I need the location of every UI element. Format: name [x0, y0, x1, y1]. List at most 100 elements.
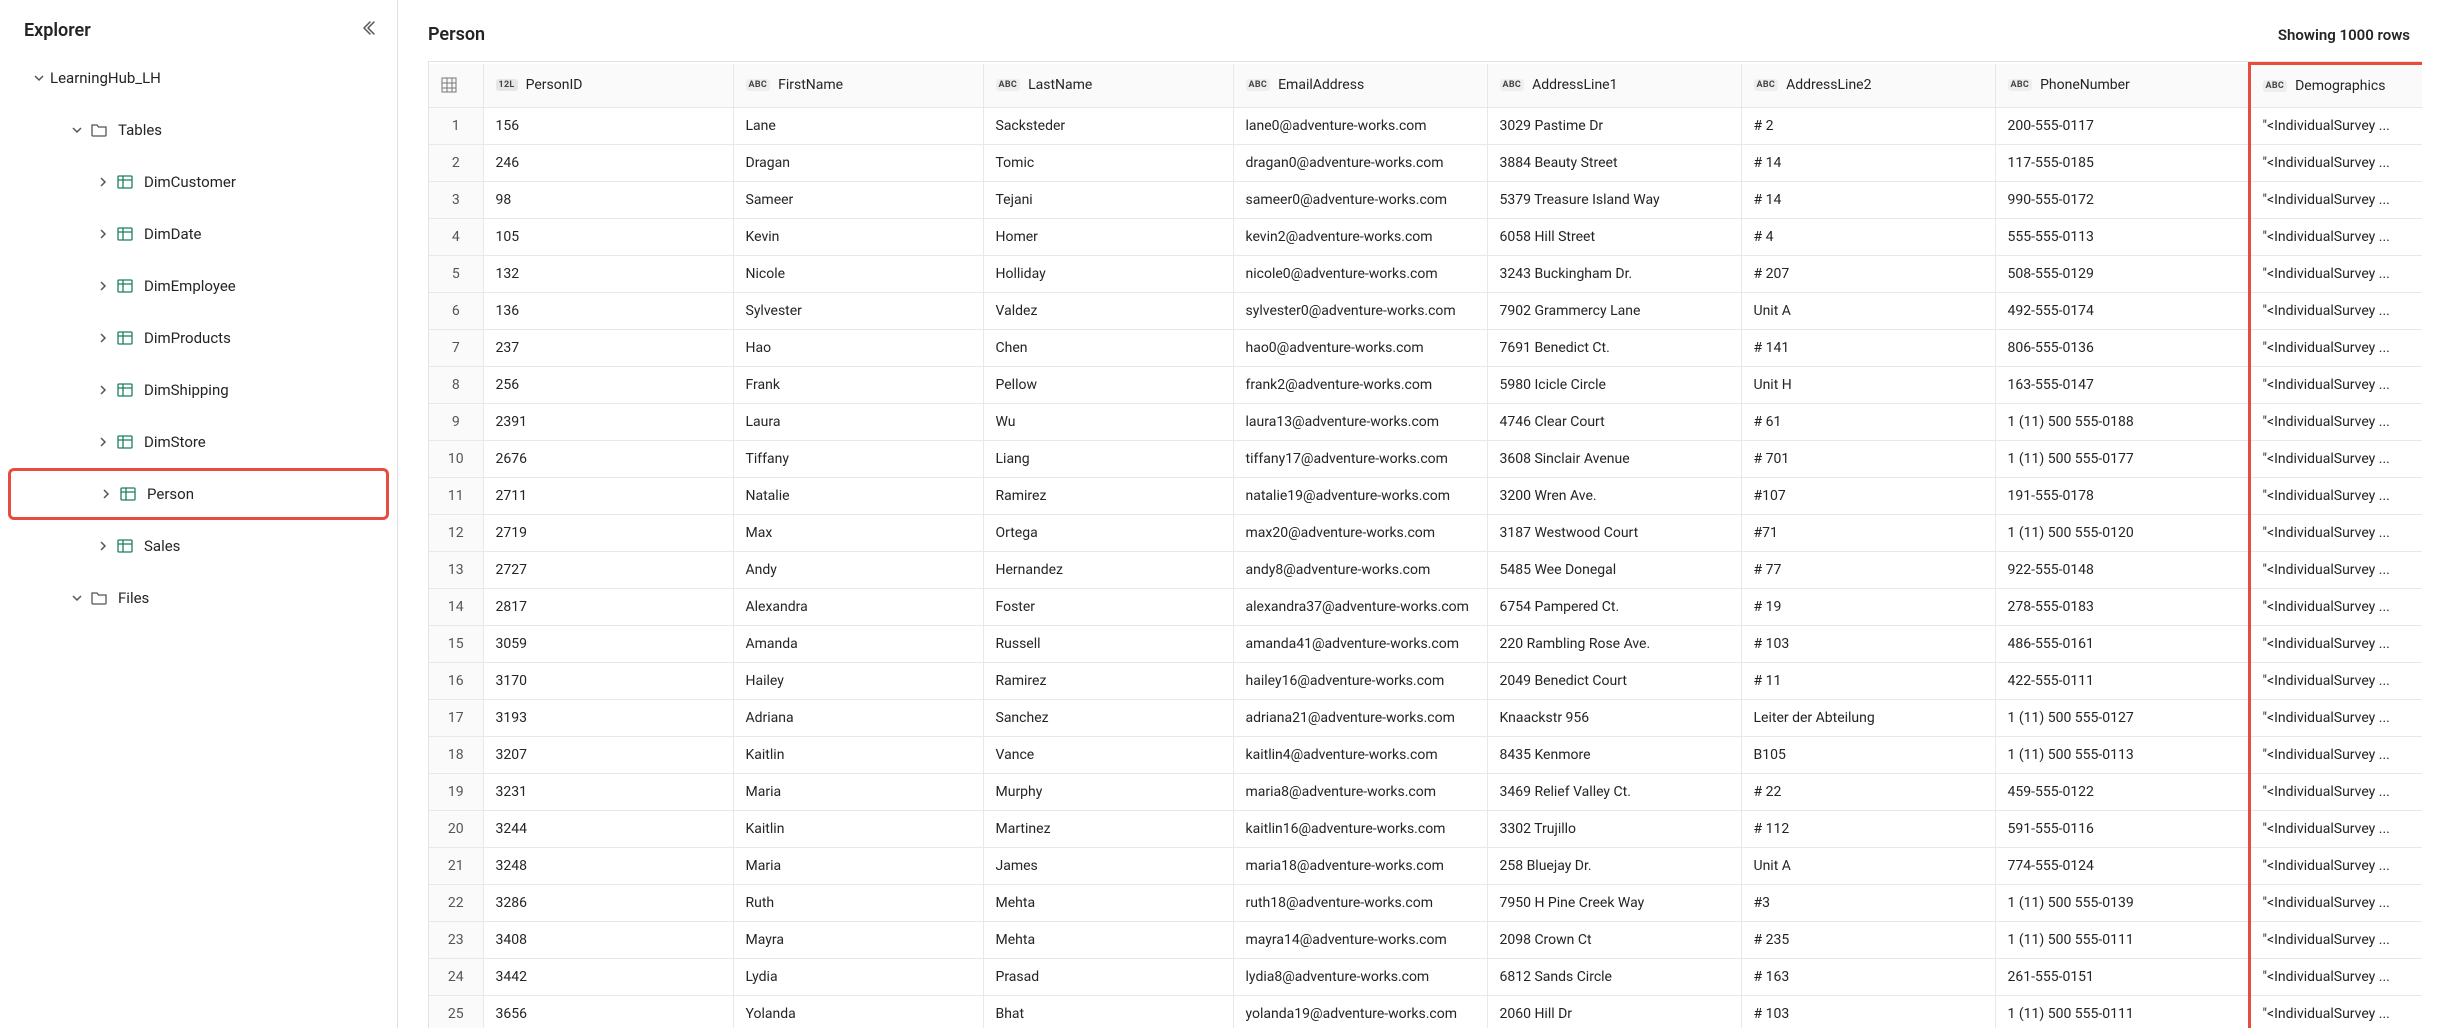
cell[interactable]: "<IndividualSurvey ... — [2249, 589, 2422, 626]
cell[interactable]: Ortega — [983, 515, 1233, 552]
table-row[interactable]: 142817AlexandraFosteralexandra37@adventu… — [429, 589, 2422, 626]
cell[interactable]: Max — [733, 515, 983, 552]
cell[interactable]: kaitlin16@adventure-works.com — [1233, 811, 1487, 848]
cell[interactable]: 2098 Crown Ct — [1487, 922, 1741, 959]
cell[interactable]: 2060 Hill Dr — [1487, 996, 1741, 1028]
table-row[interactable]: 233408MayraMehtamayra14@adventure-works.… — [429, 922, 2422, 959]
cell[interactable]: Ruth — [733, 885, 983, 922]
cell[interactable]: 5980 Icicle Circle — [1487, 367, 1741, 404]
cell[interactable]: "<IndividualSurvey ... — [2249, 626, 2422, 663]
cell[interactable]: Prasad — [983, 959, 1233, 996]
cell[interactable]: Unit A — [1741, 293, 1995, 330]
table-row[interactable]: 163170HaileyRamirezhailey16@adventure-wo… — [429, 663, 2422, 700]
cell[interactable]: "<IndividualSurvey ... — [2249, 774, 2422, 811]
cell[interactable]: natalie19@adventure-works.com — [1233, 478, 1487, 515]
cell[interactable]: 237 — [483, 330, 733, 367]
cell[interactable]: Russell — [983, 626, 1233, 663]
cell[interactable]: Natalie — [733, 478, 983, 515]
cell[interactable]: Hao — [733, 330, 983, 367]
cell[interactable]: "<IndividualSurvey ... — [2249, 219, 2422, 256]
cell[interactable]: dragan0@adventure-works.com — [1233, 145, 1487, 182]
cell[interactable]: 422-555-0111 — [1995, 663, 2249, 700]
cell[interactable]: Nicole — [733, 256, 983, 293]
table-row[interactable]: 153059AmandaRussellamanda41@adventure-wo… — [429, 626, 2422, 663]
cell[interactable]: andy8@adventure-works.com — [1233, 552, 1487, 589]
column-header-addressline1[interactable]: ABCAddressLine1 — [1487, 64, 1741, 108]
cell[interactable]: Maria — [733, 848, 983, 885]
table-row[interactable]: 102676TiffanyLiangtiffany17@adventure-wo… — [429, 441, 2422, 478]
cell[interactable]: 492-555-0174 — [1995, 293, 2249, 330]
cell[interactable]: 4746 Clear Court — [1487, 404, 1741, 441]
cell[interactable]: # 14 — [1741, 145, 1995, 182]
cell[interactable]: 2719 — [483, 515, 733, 552]
cell[interactable]: 98 — [483, 182, 733, 219]
cell[interactable]: "<IndividualSurvey ... — [2249, 922, 2422, 959]
data-grid[interactable]: 12LPersonIDABCFirstNameABCLastNameABCEma… — [428, 61, 2422, 1028]
cell[interactable]: 191-555-0178 — [1995, 478, 2249, 515]
cell[interactable]: Holliday — [983, 256, 1233, 293]
cell[interactable]: Foster — [983, 589, 1233, 626]
table-row[interactable]: 4105KevinHomerkevin2@adventure-works.com… — [429, 219, 2422, 256]
tree-item-person[interactable]: Person — [8, 468, 389, 520]
cell[interactable]: Ramirez — [983, 663, 1233, 700]
cell[interactable]: 3029 Pastime Dr — [1487, 108, 1741, 145]
cell[interactable]: B105 — [1741, 737, 1995, 774]
cell[interactable]: 3200 Wren Ave. — [1487, 478, 1741, 515]
cell[interactable]: Sameer — [733, 182, 983, 219]
cell[interactable]: 2391 — [483, 404, 733, 441]
cell[interactable]: Sacksteder — [983, 108, 1233, 145]
cell[interactable]: "<IndividualSurvey ... — [2249, 441, 2422, 478]
cell[interactable]: Leiter der Abteilung — [1741, 700, 1995, 737]
cell[interactable]: 1 (11) 500 555-0127 — [1995, 700, 2249, 737]
cell[interactable]: Lydia — [733, 959, 983, 996]
cell[interactable]: 278-555-0183 — [1995, 589, 2249, 626]
cell[interactable]: "<IndividualSurvey ... — [2249, 108, 2422, 145]
column-header-addressline2[interactable]: ABCAddressLine2 — [1741, 64, 1995, 108]
cell[interactable]: Mehta — [983, 885, 1233, 922]
cell[interactable]: nicole0@adventure-works.com — [1233, 256, 1487, 293]
cell[interactable]: Tejani — [983, 182, 1233, 219]
cell[interactable]: # 22 — [1741, 774, 1995, 811]
cell[interactable]: 3656 — [483, 996, 733, 1028]
cell[interactable]: laura13@adventure-works.com — [1233, 404, 1487, 441]
cell[interactable]: 990-555-0172 — [1995, 182, 2249, 219]
cell[interactable]: 486-555-0161 — [1995, 626, 2249, 663]
cell[interactable]: Hernandez — [983, 552, 1233, 589]
cell[interactable]: 3608 Sinclair Avenue — [1487, 441, 1741, 478]
cell[interactable]: 3193 — [483, 700, 733, 737]
cell[interactable]: 7691 Benedict Ct. — [1487, 330, 1741, 367]
cell[interactable]: # 14 — [1741, 182, 1995, 219]
cell[interactable]: Tiffany — [733, 441, 983, 478]
cell[interactable]: # 112 — [1741, 811, 1995, 848]
cell[interactable]: 156 — [483, 108, 733, 145]
cell[interactable]: 261-555-0151 — [1995, 959, 2249, 996]
cell[interactable]: "<IndividualSurvey ... — [2249, 478, 2422, 515]
column-header-lastname[interactable]: ABCLastName — [983, 64, 1233, 108]
cell[interactable]: # 11 — [1741, 663, 1995, 700]
table-row[interactable]: 122719MaxOrtegamax20@adventure-works.com… — [429, 515, 2422, 552]
cell[interactable]: 459-555-0122 — [1995, 774, 2249, 811]
cell[interactable]: 2049 Benedict Court — [1487, 663, 1741, 700]
tree-item-dimshipping[interactable]: DimShipping — [0, 364, 397, 416]
cell[interactable]: "<IndividualSurvey ... — [2249, 811, 2422, 848]
cell[interactable]: frank2@adventure-works.com — [1233, 367, 1487, 404]
cell[interactable]: 591-555-0116 — [1995, 811, 2249, 848]
cell[interactable]: "<IndividualSurvey ... — [2249, 145, 2422, 182]
tree-item-dimemployee[interactable]: DimEmployee — [0, 260, 397, 312]
cell[interactable]: 163-555-0147 — [1995, 367, 2249, 404]
cell[interactable]: # 141 — [1741, 330, 1995, 367]
cell[interactable]: Mehta — [983, 922, 1233, 959]
cell[interactable]: amanda41@adventure-works.com — [1233, 626, 1487, 663]
cell[interactable]: 246 — [483, 145, 733, 182]
cell[interactable]: 8435 Kenmore — [1487, 737, 1741, 774]
table-row[interactable]: 183207KaitlinVancekaitlin4@adventure-wor… — [429, 737, 2422, 774]
cell[interactable]: 6812 Sands Circle — [1487, 959, 1741, 996]
cell[interactable]: lydia8@adventure-works.com — [1233, 959, 1487, 996]
cell[interactable]: Vance — [983, 737, 1233, 774]
cell[interactable]: "<IndividualSurvey ... — [2249, 404, 2422, 441]
cell[interactable]: Unit H — [1741, 367, 1995, 404]
cell[interactable]: Kaitlin — [733, 811, 983, 848]
cell[interactable]: adriana21@adventure-works.com — [1233, 700, 1487, 737]
cell[interactable]: # 207 — [1741, 256, 1995, 293]
tree-item-sales[interactable]: Sales — [0, 520, 397, 572]
